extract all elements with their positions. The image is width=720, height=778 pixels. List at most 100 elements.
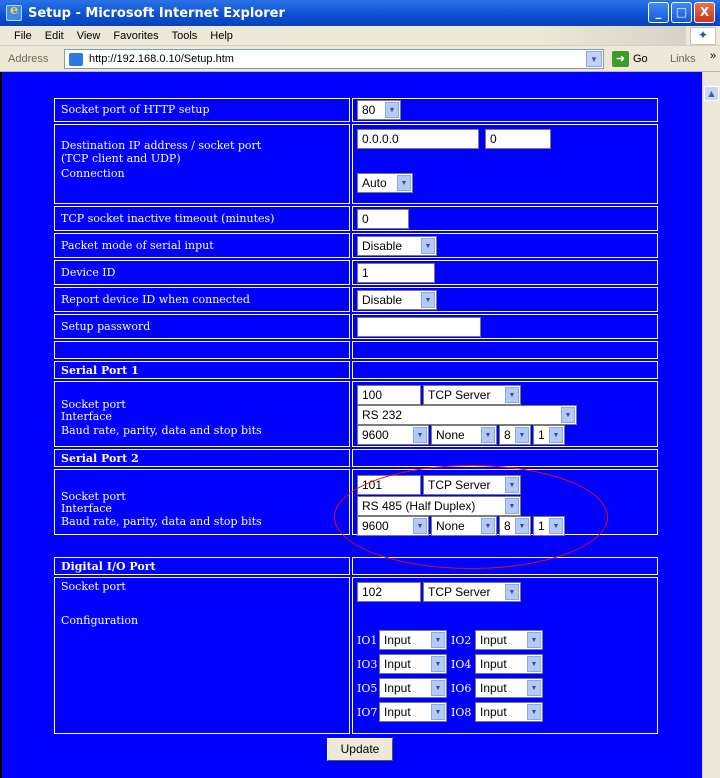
serial1-data-select[interactable]: 8 ▼ <box>499 425 531 445</box>
io2-select[interactable]: Input ▼ <box>475 630 543 650</box>
chevron-down-icon: ▼ <box>421 238 435 254</box>
serial1-parity-select[interactable]: None ▼ <box>431 425 497 445</box>
dio-port-input[interactable]: 102 <box>357 582 421 602</box>
dio-config-label: Configuration <box>61 614 139 627</box>
dest-ip-input[interactable]: 0.0.0.0 <box>357 129 479 149</box>
chevron-down-icon: ▼ <box>527 680 541 696</box>
chevron-down-icon: ▼ <box>431 632 445 648</box>
close-button[interactable]: X <box>694 2 715 23</box>
menu-view[interactable]: View <box>77 30 101 42</box>
chevron-down-icon: ▼ <box>561 407 575 423</box>
report-label: Report device ID when connected <box>61 293 250 306</box>
serial1-baud-select[interactable]: 9600 ▼ <box>357 425 429 445</box>
menu-bar: File Edit View Favorites Tools Help ✦ <box>0 26 720 46</box>
serial1-stop-select[interactable]: 1 ▼ <box>533 425 565 445</box>
menu-help[interactable]: Help <box>210 30 233 42</box>
title-bar: Setup - Microsoft Internet Explorer _ □ … <box>0 0 720 26</box>
dio-port-label: Socket port <box>61 580 126 593</box>
chevron-down-icon: ▼ <box>515 427 529 443</box>
table-row: Destination IP address / socket port (TC… <box>54 124 658 204</box>
io8-label: IO8 <box>451 706 472 719</box>
io3-label: IO3 <box>357 658 378 671</box>
connection-select[interactable]: Auto ▼ <box>357 173 413 193</box>
io4-select[interactable]: Input ▼ <box>475 654 543 674</box>
table-row <box>54 341 658 359</box>
ie-icon <box>6 3 22 21</box>
io6-select[interactable]: Input ▼ <box>475 678 543 698</box>
table-row: Device ID 1 <box>54 260 658 285</box>
menu-favorites[interactable]: Favorites <box>113 30 158 42</box>
dio-mode-select[interactable]: TCP Server ▼ <box>423 582 521 602</box>
chevron-down-icon: ▼ <box>421 292 435 308</box>
serial1-mode-select[interactable]: TCP Server ▼ <box>423 385 521 405</box>
table-row: Serial Port 1 <box>54 361 658 379</box>
setup-table: Socket port of HTTP setup 80 ▼ Destinatio… <box>54 92 658 744</box>
go-button[interactable]: ➜ Go <box>612 50 662 68</box>
http-port-select[interactable]: 80 ▼ <box>357 100 401 120</box>
device-id-input[interactable]: 1 <box>357 263 435 283</box>
serial1-title: Serial Port 1 <box>61 364 139 377</box>
chevron-down-icon: ▼ <box>481 427 495 443</box>
table-row: Socket port Configuration 102 TCP Server… <box>54 577 658 734</box>
packet-mode-select[interactable]: Disable ▼ <box>357 236 437 256</box>
table-row: TCP socket inactive timeout (minutes) 0 <box>54 206 658 231</box>
address-label: Address <box>8 53 49 65</box>
serial2-title: Serial Port 2 <box>61 452 139 465</box>
chevron-down-icon[interactable]: ▼ <box>586 51 602 67</box>
serial2-baud-label: Baud rate, parity, data and stop bits <box>61 515 262 528</box>
windows-logo-icon: ✦ <box>690 27 716 45</box>
page-icon <box>69 53 83 66</box>
dest-port-input[interactable]: 0 <box>485 129 551 149</box>
vertical-scrollbar[interactable]: ▲ <box>702 72 720 778</box>
highlight-ellipse <box>334 465 608 569</box>
serial2-interface-label: Interface <box>61 502 112 515</box>
io6-label: IO6 <box>451 682 472 695</box>
chevron-down-icon: ▼ <box>431 656 445 672</box>
go-label: Go <box>633 53 648 65</box>
chevron-down-icon: ▼ <box>527 704 541 720</box>
serial1-interface-select[interactable]: RS 232 ▼ <box>357 405 577 425</box>
device-id-label: Device ID <box>61 266 116 279</box>
minimize-button[interactable]: _ <box>648 2 669 23</box>
chevron-down-icon: ▼ <box>527 656 541 672</box>
timeout-input[interactable]: 0 <box>357 209 409 229</box>
io4-label: IO4 <box>451 658 472 671</box>
report-device-select[interactable]: Disable ▼ <box>357 290 437 310</box>
chevron-down-icon: ▼ <box>397 175 411 191</box>
dest-sublabel: (TCP client and UDP) <box>61 152 181 165</box>
chevron-down-icon: ▼ <box>505 387 519 403</box>
links-chevron[interactable]: » <box>710 50 716 62</box>
menu-tools[interactable]: Tools <box>172 30 198 42</box>
links-button[interactable]: Links <box>670 53 696 65</box>
chevron-down-icon: ▼ <box>549 427 563 443</box>
io2-label: IO2 <box>451 634 472 647</box>
chevron-down-icon: ▼ <box>431 680 445 696</box>
table-row: Report device ID when connected Disable ▼ <box>54 287 658 312</box>
timeout-label: TCP socket inactive timeout (minutes) <box>61 212 275 225</box>
io7-select[interactable]: Input ▼ <box>379 702 447 722</box>
password-input[interactable] <box>357 317 481 337</box>
maximize-button[interactable]: □ <box>671 2 692 23</box>
menu-file[interactable]: File <box>14 30 32 42</box>
table-row: Digital I/O Port <box>54 557 658 575</box>
io1-select[interactable]: Input ▼ <box>379 630 447 650</box>
chevron-down-icon: ▼ <box>385 102 399 118</box>
serial1-port-input[interactable]: 100 <box>357 385 421 405</box>
menu-edit[interactable]: Edit <box>45 30 64 42</box>
page-content: Socket port of HTTP setup 80 ▼ Destinatio… <box>0 72 702 778</box>
io5-label: IO5 <box>357 682 378 695</box>
packet-label: Packet mode of serial input <box>61 239 214 252</box>
chevron-down-icon: ▼ <box>527 632 541 648</box>
address-input[interactable]: http://192.168.0.10/Setup.htm ▼ <box>64 49 604 69</box>
io5-select[interactable]: Input ▼ <box>379 678 447 698</box>
brand-area <box>536 26 686 45</box>
io3-select[interactable]: Input ▼ <box>379 654 447 674</box>
table-row: Setup password <box>54 314 658 339</box>
table-row: Packet mode of serial input Disable ▼ <box>54 233 658 258</box>
io8-select[interactable]: Input ▼ <box>475 702 543 722</box>
table-row: Socket port Interface Baud rate, parity,… <box>54 381 658 447</box>
scroll-up-icon[interactable]: ▲ <box>704 86 719 101</box>
update-button[interactable]: Update <box>327 738 393 761</box>
dest-label: Destination IP address / socket port <box>61 139 262 152</box>
table-row: Serial Port 2 <box>54 449 658 467</box>
